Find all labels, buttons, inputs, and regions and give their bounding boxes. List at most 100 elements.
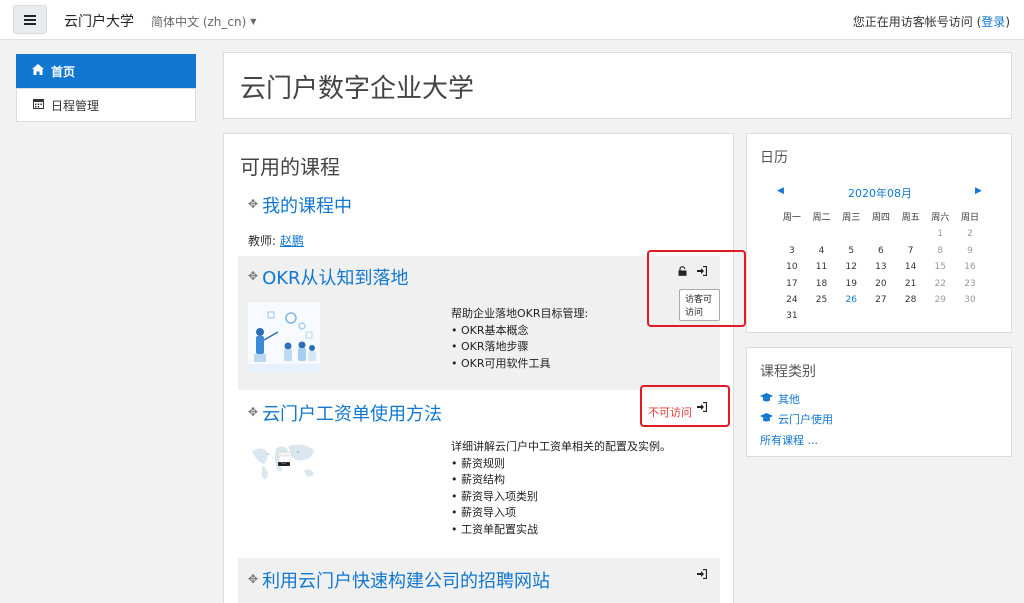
list-item: 薪资导入项 <box>451 505 671 522</box>
sidebar-item-calendar[interactable]: 日程管理 <box>16 88 196 122</box>
teacher-label: 教师: <box>248 234 280 248</box>
calendar-week-row: 24 25 26 27 28 29 30 <box>777 292 985 308</box>
categories-block-title: 课程类别 <box>760 364 816 380</box>
course-bullet-icon: ✥ <box>248 405 259 419</box>
calendar-day[interactable]: 24 <box>777 292 807 308</box>
calendar-day[interactable]: 13 <box>866 259 896 275</box>
calendar-weekday-label: 周三 <box>842 213 861 223</box>
course-title-link[interactable]: ✥ OKR从认知到落地 <box>248 264 409 290</box>
calendar-day[interactable]: 9 <box>955 243 985 259</box>
calendar-empty-cell <box>866 308 896 324</box>
graduation-cap-icon <box>760 393 773 406</box>
course-title-text: OKR从认知到落地 <box>262 268 409 289</box>
course-summary-intro: 帮助企业落地OKR目标管理: <box>451 307 589 320</box>
course-item: ✥ 我的课程中 教师: 赵鹏 <box>238 188 720 250</box>
course-title-link[interactable]: ✥ 我的课程中 <box>248 192 352 218</box>
calendar-weekday-label: 周日 <box>960 213 979 223</box>
calendar-day[interactable]: 21 <box>896 276 926 292</box>
login-info-close: ) <box>1005 15 1010 29</box>
calendar-day[interactable]: 30 <box>955 292 985 308</box>
calendar-empty-cell <box>896 226 926 242</box>
calendar-empty-cell <box>777 226 807 242</box>
calendar-day[interactable]: 8 <box>925 243 955 259</box>
calendar-day[interactable]: 3 <box>777 243 807 259</box>
course-thumbnail-image[interactable] <box>248 302 320 372</box>
calendar-empty-cell <box>866 226 896 242</box>
calendar-day[interactable]: 10 <box>777 259 807 275</box>
calendar-day[interactable]: 12 <box>836 259 866 275</box>
self-enrol-icon[interactable] <box>697 568 708 582</box>
highlight-box-no-access <box>640 385 730 427</box>
category-link-other[interactable]: 其他 <box>760 391 800 407</box>
calendar-block: 日历 ◀ 2020年08月 ▶ 周一 周二 周三 周四 周五 周六 周日 1 2 3 4 5 6 7 8 9 1… <box>746 133 1012 333</box>
calendar-week-row: 10 11 12 13 14 15 16 <box>777 259 985 275</box>
course-bullet-icon: ✥ <box>248 197 259 211</box>
login-link[interactable]: 登录 <box>981 15 1005 29</box>
calendar-day[interactable]: 1 <box>925 226 955 242</box>
course-title-text: 我的课程中 <box>262 196 353 217</box>
calendar-day[interactable]: 23 <box>955 276 985 292</box>
calendar-day[interactable]: 22 <box>925 276 955 292</box>
course-title-link[interactable]: ✥ 利用云门户快速构建公司的招聘网站 <box>248 567 550 593</box>
page-title: 云门户数字企业大学 <box>240 74 475 104</box>
calendar-day[interactable]: 6 <box>866 243 896 259</box>
calendar-weekday-label: 周二 <box>812 213 831 223</box>
site-name-link[interactable]: 云门户大学 <box>64 11 134 31</box>
calendar-day[interactable]: 29 <box>925 292 955 308</box>
calendar-day[interactable]: 17 <box>777 276 807 292</box>
calendar-empty-cell <box>896 308 926 324</box>
category-label: 其他 <box>778 393 800 406</box>
calendar-day[interactable]: 14 <box>896 259 926 275</box>
calendar-day[interactable]: 16 <box>955 259 985 275</box>
course-thumbnail-image[interactable] <box>248 438 320 486</box>
calendar-weekday-label: 周五 <box>901 213 920 223</box>
list-item: OKR基本概念 <box>451 323 588 340</box>
calendar-day[interactable]: 31 <box>777 308 807 324</box>
hamburger-menu-button[interactable] <box>13 5 47 34</box>
calendar-day[interactable]: 28 <box>896 292 926 308</box>
calendar-empty-cell <box>807 226 837 242</box>
calendar-day[interactable]: 4 <box>807 243 837 259</box>
calendar-day[interactable]: 7 <box>896 243 926 259</box>
page-header: 云门户数字企业大学 <box>223 52 1012 119</box>
login-info-text: 您正在用访客帐号访问 ( <box>852 15 982 29</box>
list-item: 薪资结构 <box>451 472 671 489</box>
calendar-day[interactable]: 18 <box>807 276 837 292</box>
available-courses-heading: 可用的课程 <box>240 155 340 179</box>
category-link-portal-usage[interactable]: 云门户使用 <box>760 411 833 427</box>
calendar-week-row: 17 18 19 20 21 22 23 <box>777 276 985 292</box>
calendar-day[interactable]: 15 <box>925 259 955 275</box>
calendar-month-label[interactable]: 2020年08月 <box>747 185 1013 201</box>
calendar-day[interactable]: 19 <box>836 276 866 292</box>
graduation-cap-icon <box>760 413 773 426</box>
calendar-empty-cell <box>836 226 866 242</box>
calendar-day[interactable]: 25 <box>807 292 837 308</box>
home-icon <box>31 64 45 78</box>
course-title-link[interactable]: ✥ 云门户工资单使用方法 <box>248 400 442 426</box>
sidebar-item-label: 首页 <box>51 64 76 79</box>
list-item: OKR可用软件工具 <box>451 356 588 373</box>
calendar-icon <box>31 98 45 112</box>
calendar-day[interactable]: 26 <box>836 292 866 308</box>
calendar-day[interactable]: 11 <box>807 259 837 275</box>
all-courses-link[interactable]: 所有课程 ... <box>760 432 818 448</box>
category-label: 云门户使用 <box>778 413 833 426</box>
course-summary-list: OKR基本概念 OKR落地步骤 OKR可用软件工具 <box>451 323 588 373</box>
chevron-down-icon: ▼ <box>250 17 257 26</box>
course-bullet-icon: ✥ <box>248 572 259 586</box>
course-summary: 帮助企业落地OKR目标管理: OKR基本概念 OKR落地步骤 OKR可用软件工具 <box>451 306 588 372</box>
calendar-day[interactable]: 20 <box>866 276 896 292</box>
next-month-icon[interactable]: ▶ <box>975 186 982 196</box>
course-summary-intro: 详细讲解云门户中工资单相关的配置及实例。 <box>451 440 671 453</box>
calendar-day[interactable]: 2 <box>955 226 985 242</box>
language-selector[interactable]: 简体中文 (zh_cn) ▼ <box>151 13 256 30</box>
highlight-box-guest-access <box>647 250 746 327</box>
sidebar-item-home[interactable]: 首页 <box>16 54 196 88</box>
teacher-link[interactable]: 赵鹏 <box>280 234 304 248</box>
login-info: 您正在用访客帐号访问 (登录) <box>853 13 1010 30</box>
calendar-day[interactable]: 27 <box>866 292 896 308</box>
calendar-weekday-label: 周一 <box>782 213 801 223</box>
calendar-empty-cell <box>836 308 866 324</box>
calendar-day[interactable]: 5 <box>836 243 866 259</box>
calendar-empty-cell <box>807 308 837 324</box>
